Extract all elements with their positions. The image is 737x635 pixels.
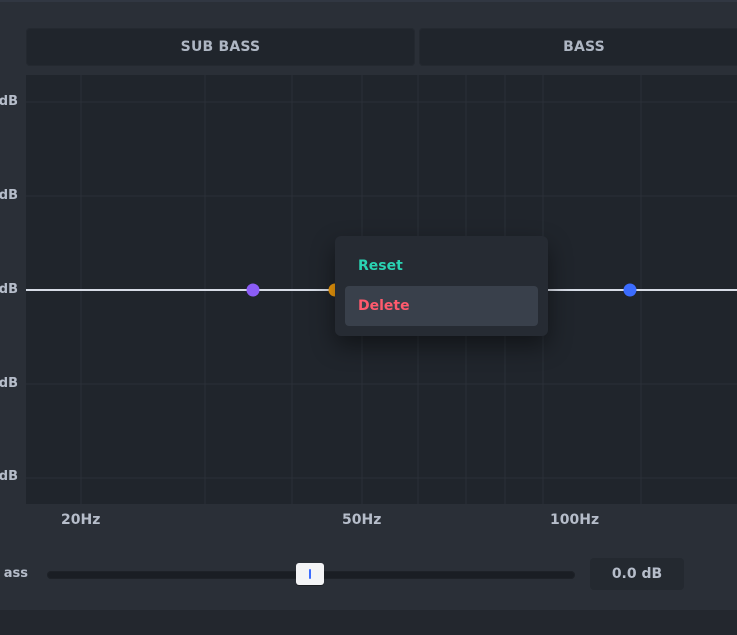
gain-value: 0.0 dB bbox=[611, 566, 663, 582]
gain-slider-thumb[interactable] bbox=[296, 563, 324, 585]
menu-item-delete-label: Delete bbox=[358, 298, 410, 314]
gain-value-box: 0.0 dB bbox=[590, 558, 684, 590]
menu-item-reset[interactable]: Reset bbox=[345, 246, 538, 286]
band-tab-sub-bass-label: SUB BASS bbox=[180, 39, 261, 55]
band-tab-sub-bass[interactable]: SUB BASS bbox=[26, 28, 415, 66]
db-axis-label-2: dB bbox=[0, 189, 18, 203]
eq-point-purple[interactable] bbox=[246, 283, 260, 297]
db-axis-label-3: dB bbox=[0, 283, 18, 297]
eq-point-blue[interactable] bbox=[623, 283, 637, 297]
freq-label-50hz: 50Hz bbox=[342, 512, 382, 528]
band-tab-bass[interactable]: BASS bbox=[419, 28, 737, 66]
band-tab-bass-label: BASS bbox=[563, 39, 605, 55]
top-border bbox=[0, 0, 737, 2]
menu-item-reset-label: Reset bbox=[358, 258, 403, 274]
db-axis-label-1: dB bbox=[0, 95, 18, 109]
db-axis-label-5: dB bbox=[0, 470, 18, 484]
point-context-menu: Reset Delete bbox=[335, 236, 548, 336]
freq-label-20hz: 20Hz bbox=[61, 512, 101, 528]
freq-label-100hz: 100Hz bbox=[550, 512, 600, 528]
menu-item-delete[interactable]: Delete bbox=[345, 286, 538, 326]
slider-label: ass bbox=[3, 566, 28, 581]
equalizer-app: SUB BASS BASS dB dB dB dB dB 20Hz 50Hz 1… bbox=[0, 0, 737, 635]
db-axis-label-4: dB bbox=[0, 377, 18, 391]
